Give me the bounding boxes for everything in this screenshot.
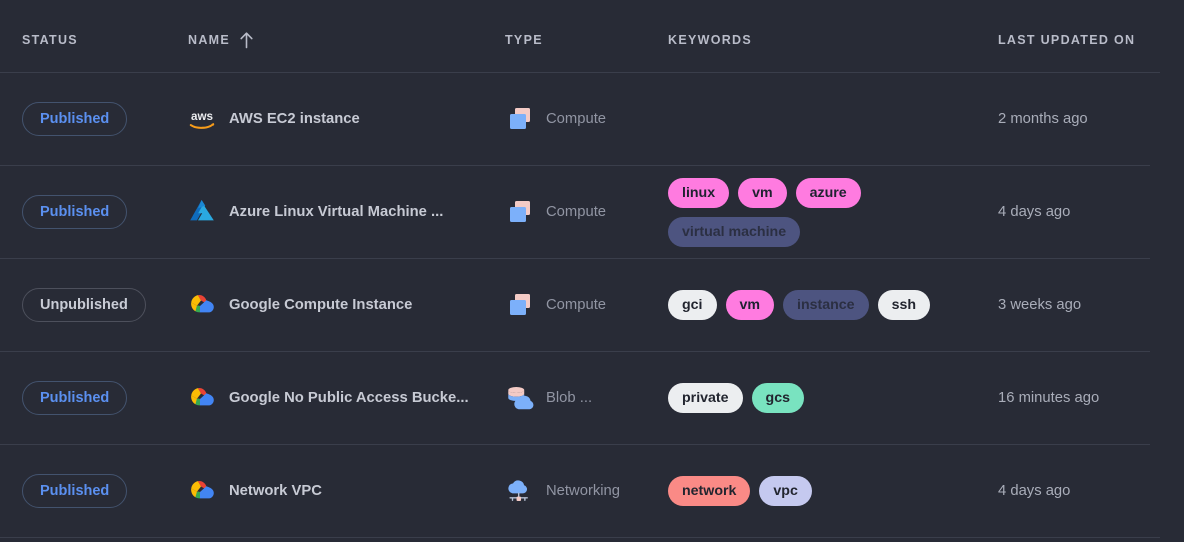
google-cloud-logo — [188, 477, 216, 505]
updated-cell: 4 days ago — [998, 483, 1184, 499]
last-updated-label: 3 weeks ago — [998, 297, 1082, 313]
keyword-tag-list: private gcs — [668, 383, 804, 413]
arrow-up-icon[interactable] — [239, 31, 254, 49]
status-badge[interactable]: Published — [22, 381, 128, 415]
table-row[interactable]: Published aws AWS EC2 instance Compute 2 — [0, 73, 1184, 165]
keyword-tag[interactable]: linux — [668, 177, 730, 208]
name-cell: Network VPC — [188, 477, 505, 505]
type-label: Networking — [546, 483, 621, 499]
table-header-row: STATUS NAME TYPE KEYWORDS LAST UPDATED O… — [0, 0, 1184, 72]
google-cloud-logo — [188, 291, 216, 319]
keyword-tag[interactable]: vm — [725, 290, 775, 320]
asset-name-label[interactable]: AWS EC2 instance — [229, 111, 360, 127]
last-updated-label: 4 days ago — [998, 483, 1071, 499]
keywords-cell: private gcs — [668, 383, 998, 413]
compute-stacked-squares-icon — [505, 197, 535, 227]
status-cell: Published — [0, 195, 188, 229]
type-label: Blob ... — [546, 390, 593, 406]
keyword-tag[interactable]: virtual machine — [668, 216, 801, 247]
name-cell: Azure Linux Virtual Machine ... — [188, 198, 505, 226]
status-cell: Published — [0, 102, 188, 136]
status-cell: Published — [0, 474, 188, 508]
updated-cell: 16 minutes ago — [998, 390, 1184, 406]
table-row[interactable]: Published Network VPC Networking network… — [0, 445, 1184, 537]
aws-logo: aws — [188, 105, 216, 133]
compute-stacked-squares-icon — [505, 104, 535, 134]
column-header-updated[interactable]: LAST UPDATED ON — [998, 33, 1184, 47]
name-cell: Google No Public Access Bucke... — [188, 384, 505, 412]
asset-name-label[interactable]: Network VPC — [229, 483, 322, 499]
keyword-tag[interactable]: instance — [783, 290, 869, 320]
name-cell: aws AWS EC2 instance — [188, 105, 505, 133]
keyword-tag[interactable]: network — [668, 476, 751, 506]
table-row[interactable]: Published Azure Linux Virtual Machine ..… — [0, 166, 1184, 258]
keyword-tag-list: gci vm instance ssh — [668, 290, 931, 320]
asset-name-label[interactable]: Azure Linux Virtual Machine ... — [229, 204, 443, 220]
google-cloud-logo — [188, 384, 216, 412]
name-cell: Google Compute Instance — [188, 291, 505, 319]
status-badge[interactable]: Unpublished — [22, 288, 146, 322]
keyword-tag[interactable]: ssh — [877, 290, 931, 320]
keyword-tag[interactable]: gci — [668, 290, 717, 320]
last-updated-label: 4 days ago — [998, 204, 1071, 220]
status-badge[interactable]: Published — [22, 195, 128, 229]
keyword-tag[interactable]: vpc — [759, 476, 812, 506]
networking-cloud-icon — [505, 476, 535, 506]
updated-cell: 4 days ago — [998, 204, 1184, 220]
type-label: Compute — [546, 297, 607, 313]
svg-text:aws: aws — [191, 110, 213, 123]
last-updated-label: 16 minutes ago — [998, 390, 1100, 406]
keywords-cell: gci vm instance ssh — [668, 290, 998, 320]
asset-name-label[interactable]: Google Compute Instance — [229, 297, 412, 313]
status-cell: Published — [0, 381, 188, 415]
asset-name-label[interactable]: Google No Public Access Bucke... — [229, 390, 469, 406]
column-header-keywords[interactable]: KEYWORDS — [668, 33, 998, 47]
last-updated-label: 2 months ago — [998, 111, 1088, 127]
column-header-status-label: STATUS — [22, 33, 78, 47]
type-label: Compute — [546, 204, 607, 220]
type-label: Compute — [546, 111, 607, 127]
updated-cell: 3 weeks ago — [998, 297, 1184, 313]
keyword-tag-list: linux vm azure virtual machine — [668, 177, 988, 247]
status-badge[interactable]: Published — [22, 474, 128, 508]
keyword-tag[interactable]: azure — [795, 177, 861, 208]
column-header-type-label: TYPE — [505, 33, 543, 47]
type-cell: Compute — [505, 197, 668, 227]
column-header-type[interactable]: TYPE — [505, 33, 668, 47]
blob-storage-cloud-icon — [505, 383, 535, 413]
table-body: Published aws AWS EC2 instance Compute 2 — [0, 73, 1184, 538]
column-header-keywords-label: KEYWORDS — [668, 33, 753, 47]
keyword-tag[interactable]: private — [668, 383, 743, 413]
compute-stacked-squares-icon — [505, 290, 535, 320]
updated-cell: 2 months ago — [998, 111, 1184, 127]
assets-table: STATUS NAME TYPE KEYWORDS LAST UPDATED O… — [0, 0, 1184, 542]
type-cell: Compute — [505, 104, 668, 134]
keywords-cell: linux vm azure virtual machine — [668, 177, 998, 247]
table-row[interactable]: Published Google No Public Access Bucke.… — [0, 352, 1184, 444]
azure-logo — [188, 198, 216, 226]
type-cell: Compute — [505, 290, 668, 320]
status-badge[interactable]: Published — [22, 102, 128, 136]
column-header-updated-label: LAST UPDATED ON — [998, 33, 1136, 47]
column-header-name[interactable]: NAME — [188, 31, 505, 49]
table-row[interactable]: Unpublished Google Compute Instance Comp… — [0, 259, 1184, 351]
type-cell: Networking — [505, 476, 668, 506]
table-footer-space — [0, 538, 1184, 542]
column-header-status[interactable]: STATUS — [0, 33, 188, 47]
keyword-tag[interactable]: gcs — [751, 383, 804, 413]
keyword-tag[interactable]: vm — [738, 177, 787, 208]
type-cell: Blob ... — [505, 383, 668, 413]
keyword-tag-list: network vpc — [668, 476, 812, 506]
column-header-name-label: NAME — [188, 33, 231, 47]
status-cell: Unpublished — [0, 288, 188, 322]
keywords-cell: network vpc — [668, 476, 998, 506]
